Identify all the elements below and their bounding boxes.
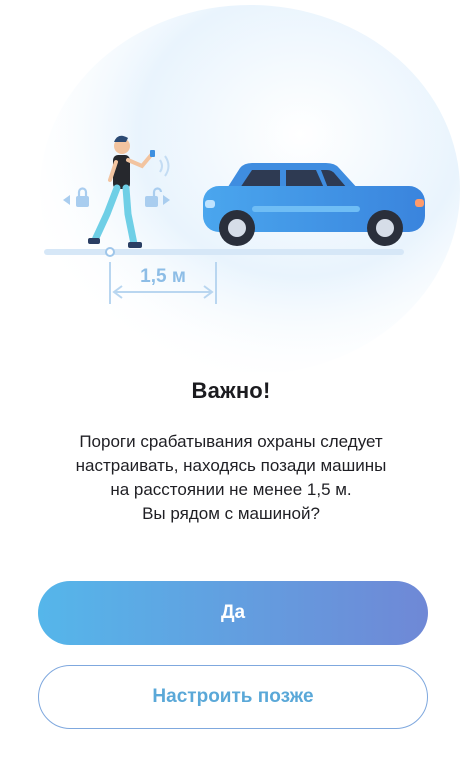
ground-line — [44, 249, 404, 255]
illustration: 1,5 м — [0, 0, 462, 372]
distance-label: 1,5 м — [140, 266, 186, 287]
yes-button[interactable]: Да — [38, 581, 428, 645]
illustration-svg: 1,5 м — [40, 5, 460, 372]
message-line: настраивать, находясь позади машины — [75, 456, 387, 475]
dialog-title: Важно! — [191, 378, 271, 403]
configure-later-button[interactable]: Настроить позже — [38, 665, 428, 729]
dialog-message: Пороги срабатывания охраны следует настр… — [30, 430, 432, 526]
yes-button-label: Да — [220, 602, 246, 623]
message-line: Вы рядом с машиной? — [142, 504, 320, 523]
message-line: на расстоянии не менее 1,5 м. — [110, 480, 352, 499]
position-marker — [105, 247, 115, 257]
configure-later-button-label: Настроить позже — [152, 686, 314, 707]
alarm-setup-screen: 1,5 м Важно! Пороги срабатывания охраны … — [0, 0, 462, 769]
message-line: Пороги срабатывания охраны следует — [79, 432, 383, 451]
